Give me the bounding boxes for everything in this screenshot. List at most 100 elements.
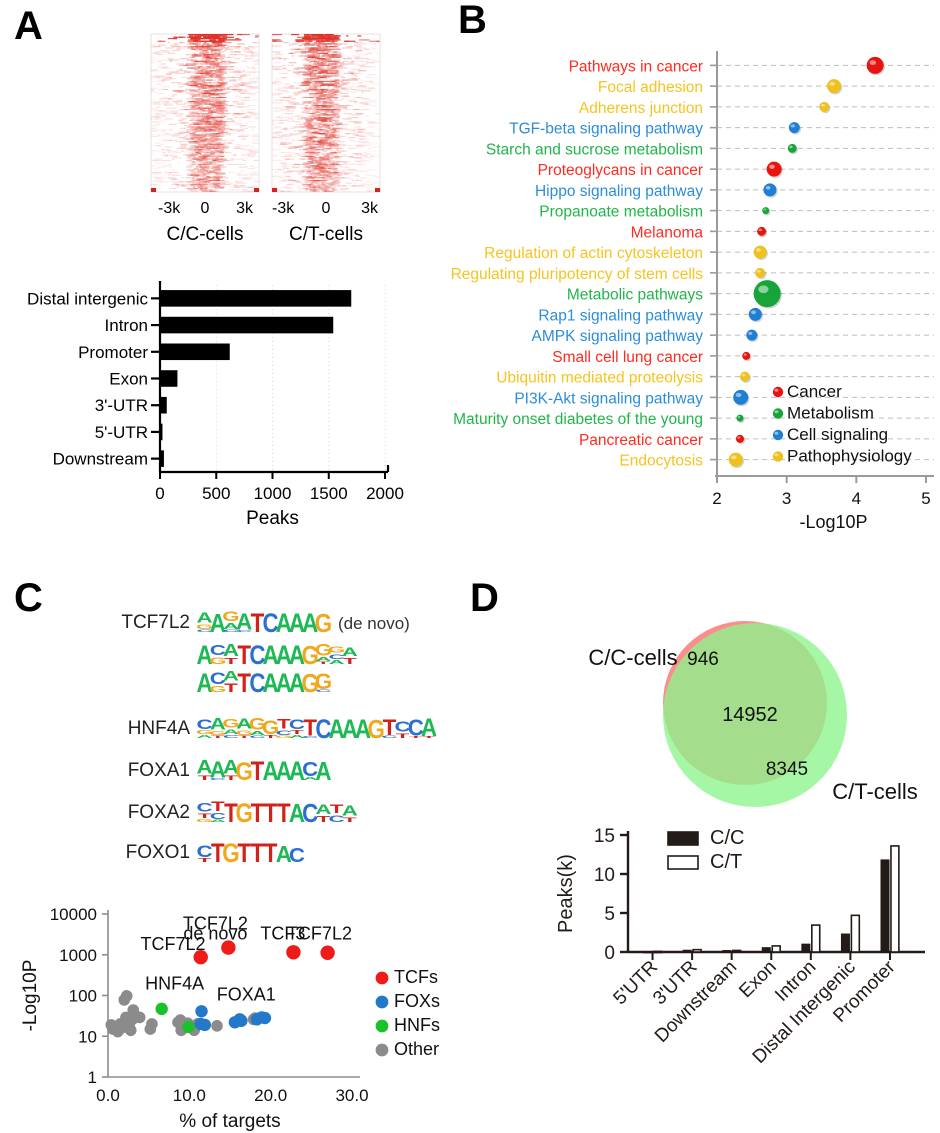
heatmap-cell [284, 154, 294, 156]
heatmap-cell [185, 115, 190, 117]
heatmap-cell [350, 130, 356, 132]
heatmap-cell [306, 171, 310, 174]
heatmap-cell [342, 107, 348, 109]
heatmap-cell [272, 133, 276, 135]
legend-label: C/C [710, 827, 744, 849]
heatmap-cell [225, 48, 234, 50]
heatmap-cell [164, 155, 169, 157]
heatmap-cell [289, 84, 295, 87]
heatmap-cell [197, 155, 205, 157]
heatmap-cell [305, 87, 308, 89]
heatmap-cell [216, 83, 228, 85]
heatmap-cell [282, 129, 290, 131]
heatmap-cell [194, 147, 202, 149]
heatmap-cell [155, 162, 164, 164]
scatter-point [155, 1002, 168, 1016]
heatmap-cell [200, 126, 204, 128]
heatmap-cell [214, 187, 225, 190]
heatmap-cell [178, 64, 190, 66]
heatmap-cell [351, 74, 357, 76]
heatmap-cell [303, 185, 310, 187]
heatmap-cell [289, 121, 299, 123]
heatmap-cell [310, 56, 315, 58]
heatmap-cell [278, 87, 288, 89]
heatmap-cell [303, 63, 309, 65]
heatmap-cell [220, 38, 227, 40]
heatmap-cell [333, 96, 338, 99]
heatmap-cell [282, 67, 288, 69]
heatmap-cell [341, 145, 352, 147]
heatmap-cell [214, 102, 219, 104]
heatmap-cell [215, 64, 219, 66]
heatmap-cell [316, 38, 319, 40]
heatmap-cell [255, 35, 259, 37]
heatmap-cell [307, 167, 311, 170]
heatmap-cell [315, 114, 321, 116]
heatmap-cell [189, 94, 201, 96]
heatmap-cell [285, 187, 293, 190]
heatmap-cell [195, 38, 198, 40]
heatmap-cell [315, 162, 322, 164]
heatmap-cell [198, 75, 207, 77]
heatmap-cell [189, 161, 195, 163]
heatmap-ct [271, 33, 381, 193]
heatmap-cell [214, 163, 224, 166]
scatter-annotation: FOXA1 [217, 985, 276, 1005]
heatmap-cell [203, 119, 209, 121]
heatmap-cell [356, 121, 363, 123]
heatmap-cell [309, 171, 312, 174]
heatmap-cell [293, 82, 300, 84]
heatmap-cell [360, 91, 365, 93]
heatmap-cell [277, 181, 286, 183]
heatmap-cell [196, 153, 202, 155]
heatmap-cell [334, 170, 338, 172]
heatmap-cell [285, 158, 291, 160]
heatmap-cell [298, 91, 308, 93]
panel-d-venn: C/C-cells 946 14952 8345 C/T-cells [588, 621, 918, 807]
heatmap-cell [171, 157, 183, 159]
heatmap-cell [314, 110, 322, 112]
heatmap-cell [159, 110, 165, 112]
heatmap-cell [244, 47, 249, 49]
heatmap-cell [342, 60, 349, 62]
heatmap-cell [200, 87, 206, 89]
heatmap-cell [184, 102, 193, 104]
heatmap-cell [175, 91, 183, 93]
heatmap-cell [331, 182, 340, 184]
heatmap-cell [237, 135, 247, 137]
heatmap-cell [339, 63, 349, 65]
heatmap-cell [298, 173, 303, 175]
heatmap-cell [340, 64, 345, 66]
heatmap-cell [303, 75, 313, 77]
bubble-category-label: AMPK signaling pathway [532, 328, 704, 345]
heatmap-cell [313, 43, 317, 45]
heatmap-cell [237, 43, 245, 45]
heatmap-cell [213, 142, 219, 144]
heatmap-cell [238, 96, 250, 99]
heatmap-cell [364, 130, 367, 132]
heatmap-cell [250, 52, 254, 54]
heatmap-cell [309, 173, 313, 175]
heatmap-cell [286, 107, 296, 109]
heatmap-cell [334, 111, 340, 113]
heatmap-cell [245, 157, 248, 159]
heatmap-cell [314, 79, 319, 81]
bubble-category-label: Pancreatic cancer [579, 432, 703, 449]
heatmap-cell [322, 154, 330, 156]
heatmap-cell [334, 48, 340, 50]
heatmap-cell [356, 178, 359, 180]
bubble [753, 280, 781, 308]
heatmap-cell [235, 122, 243, 124]
heatmap-cell [297, 171, 301, 174]
heatmap-cell [255, 82, 258, 84]
heatmap-cell [175, 47, 186, 49]
heatmap-cell [335, 115, 341, 117]
heatmap-cell [210, 157, 218, 159]
heatmap-cell [317, 118, 326, 120]
heatmap-cell [321, 103, 327, 105]
heatmap-cell [334, 70, 339, 72]
bubble-category-label: Hippo signaling pathway [535, 183, 703, 200]
heatmap-cell [357, 47, 367, 49]
heatmap-cell [193, 179, 200, 182]
heatmap-cell [288, 86, 295, 88]
